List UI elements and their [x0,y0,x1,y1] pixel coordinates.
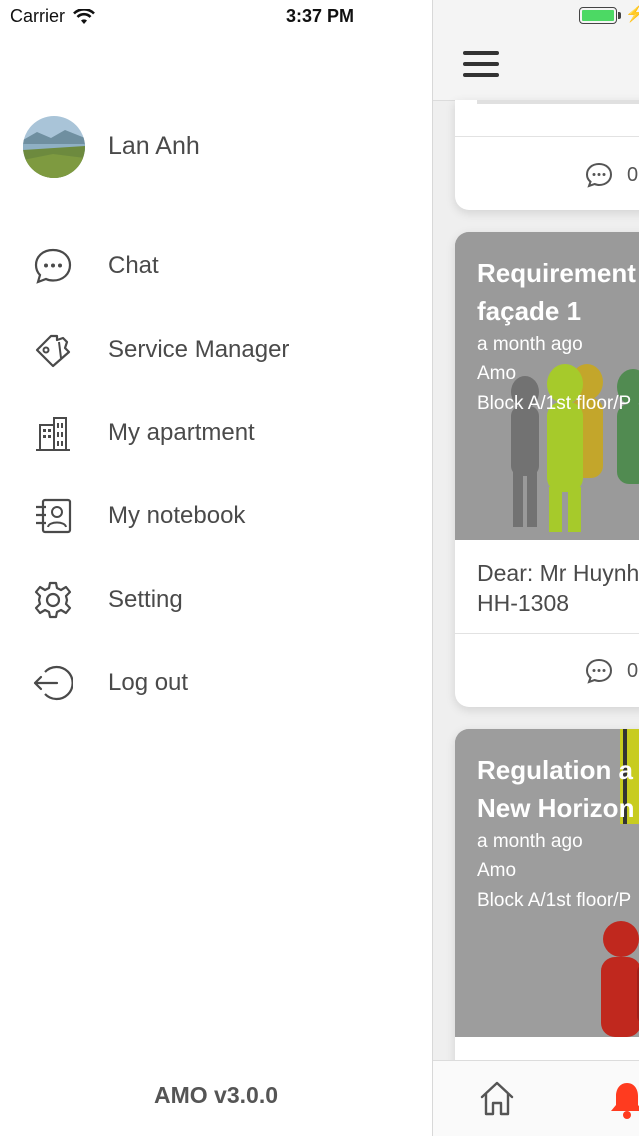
card-author: Amo [477,860,517,881]
card-title-line2: New Horizon [477,793,635,823]
feed-card[interactable]: Requirement façade 1 a month ago Amo Blo… [455,232,639,707]
menu-label-service-manager: Service Manager [108,336,290,363]
card-title-line1: Requirement [477,258,636,288]
avatar[interactable] [23,116,85,178]
menu-label-my-notebook: My notebook [108,502,246,529]
feed-card[interactable]: 0 [455,100,639,210]
battery-icon [579,7,617,24]
menu-item-service-manager[interactable]: Service Manager [0,320,432,380]
card-author: Amo [477,363,517,384]
main-content: ⚡ 0 [432,0,639,1136]
charging-bolt-icon: ⚡ [625,4,639,24]
feed-card[interactable]: Regulation a New Horizon a month ago Amo… [455,729,639,1089]
menu-label-setting: Setting [108,586,183,613]
gear-icon [34,581,72,619]
status-time: 3:37 PM [286,6,355,26]
battery-cap [618,12,621,19]
card-separator [455,633,639,634]
tab-bar [433,1060,639,1136]
card-time: a month ago [477,334,583,355]
menu-item-my-apartment[interactable]: My apartment [0,403,432,463]
hamburger-menu-icon[interactable] [463,48,499,80]
user-name[interactable]: Lan Anh [108,132,200,161]
card-location: Block A/1st floor/P [477,393,632,414]
comment-count: 0 [627,163,639,186]
comment-button[interactable]: 0 [585,656,639,686]
service-tag-icon [35,334,71,368]
card-text-remnant [477,100,639,104]
comment-button[interactable]: 0 [585,160,639,190]
status-carrier: Carrier [10,6,95,27]
card-time: a month ago [477,831,583,852]
menu-item-log-out[interactable]: Log out [0,653,432,713]
card-location: Block A/1st floor/P [477,890,632,911]
carrier-label: Carrier [10,6,66,26]
menu-label-chat: Chat [108,252,159,279]
menu-label-my-apartment: My apartment [108,419,255,446]
card-title-line2: façade 1 [477,296,582,326]
contact-book-icon [36,498,72,534]
side-drawer: Carrier 3:37 PM Lan Anh Chat Service Man… [0,0,432,1136]
comment-icon [585,162,613,188]
notification-bell-icon[interactable] [607,1079,639,1119]
building-icon [36,417,70,451]
card-title-line1: Regulation a [477,755,634,785]
app-version: AMO v3.0.0 [154,1082,278,1108]
home-icon[interactable] [478,1079,516,1117]
avatar-landscape-image [23,116,85,178]
card-body-line1: Dear: Mr Huynh [477,560,639,586]
comment-icon [585,658,613,684]
menu-item-my-notebook[interactable]: My notebook [0,486,432,546]
comment-count: 0 [627,659,639,682]
top-bar: ⚡ [433,0,639,101]
wifi-icon [73,8,95,24]
card-body-line2: HH-1308 [477,590,570,616]
chat-bubble-icon [34,248,72,284]
menu-item-setting[interactable]: Setting [0,570,432,630]
menu-label-log-out: Log out [108,669,189,696]
battery-fill [582,10,614,21]
card-separator [455,136,639,137]
menu-item-chat[interactable]: Chat [0,236,432,296]
logout-icon [33,665,73,701]
